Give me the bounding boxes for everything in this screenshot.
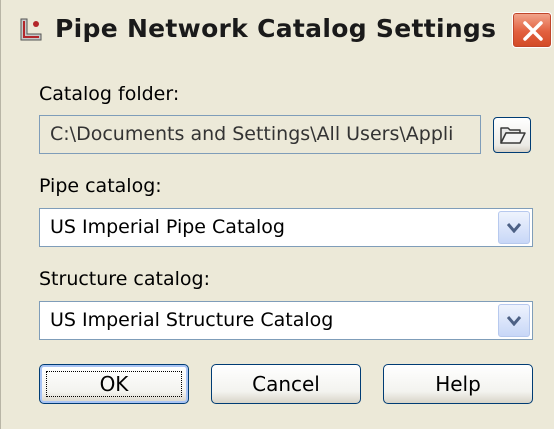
pipe-catalog-selected: US Imperial Pipe Catalog <box>50 216 285 238</box>
focus-ring <box>46 371 182 397</box>
pipe-network-app-icon <box>17 16 45 44</box>
pipe-network-catalog-settings-dialog: Pipe Network Catalog Settings Catalog fo… <box>0 0 554 429</box>
pipe-catalog-dropdown-button[interactable] <box>498 211 530 244</box>
title-bar[interactable]: Pipe Network Catalog Settings <box>1 0 554 60</box>
browse-folder-button[interactable] <box>493 117 531 153</box>
structure-catalog-label: Structure catalog: <box>39 268 210 290</box>
ok-button[interactable]: OK <box>39 364 189 404</box>
catalog-folder-field[interactable]: C:\Documents and Settings\All Users\Appl… <box>39 115 481 154</box>
catalog-folder-label: Catalog folder: <box>39 83 180 105</box>
help-button-label: Help <box>435 372 481 396</box>
close-button[interactable] <box>512 12 552 48</box>
help-button[interactable]: Help <box>383 364 533 404</box>
structure-catalog-selected: US Imperial Structure Catalog <box>50 309 334 331</box>
cancel-button[interactable]: Cancel <box>211 364 361 404</box>
structure-catalog-dropdown[interactable]: US Imperial Structure Catalog <box>39 301 533 340</box>
pipe-catalog-label: Pipe catalog: <box>39 175 162 197</box>
window-title: Pipe Network Catalog Settings <box>55 14 497 43</box>
pipe-catalog-dropdown[interactable]: US Imperial Pipe Catalog <box>39 208 533 247</box>
structure-catalog-dropdown-button[interactable] <box>498 304 530 337</box>
cancel-button-label: Cancel <box>252 372 320 396</box>
